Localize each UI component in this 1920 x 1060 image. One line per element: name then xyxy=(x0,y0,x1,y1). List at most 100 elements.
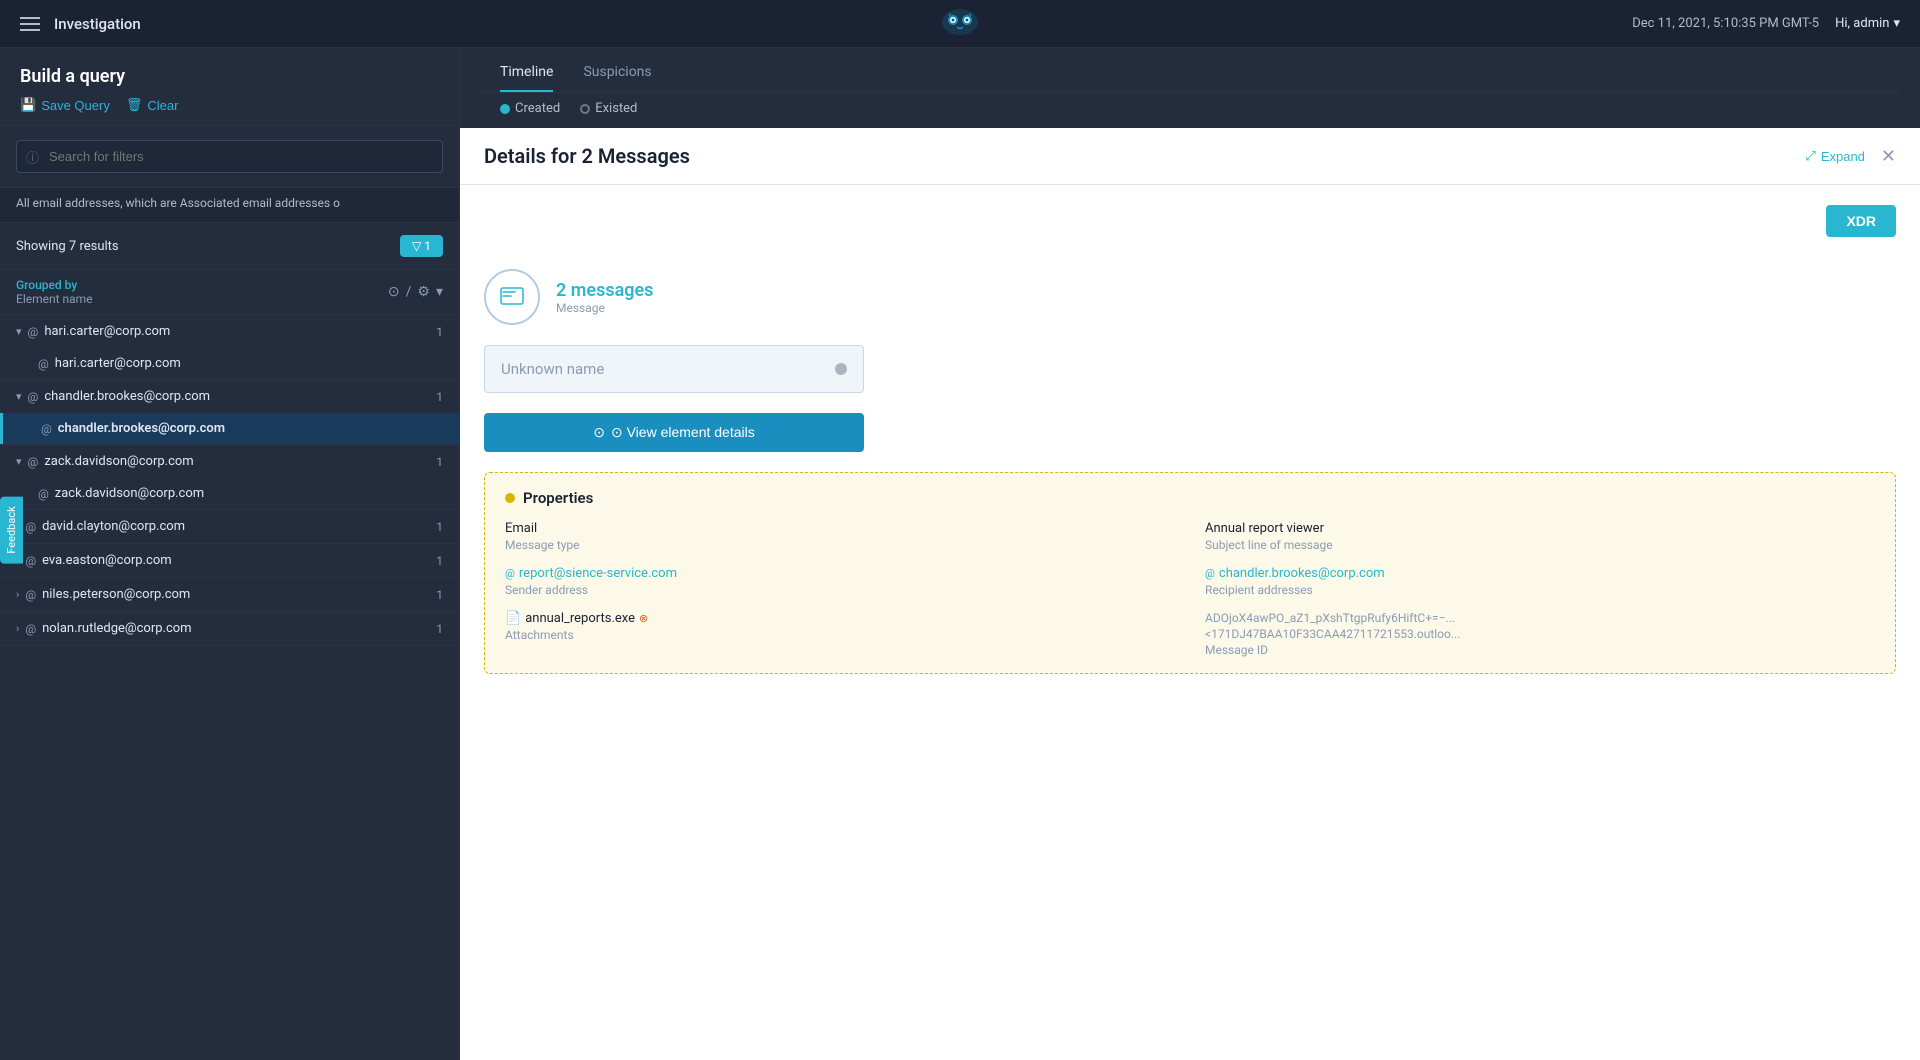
query-title: Build a query xyxy=(20,66,439,87)
save-query-button[interactable]: 💾 Save Query xyxy=(20,97,110,113)
properties-section: Properties Email Message type Annual rep… xyxy=(484,472,1896,674)
email-child-hari[interactable]: @ hari.carter@corp.com xyxy=(0,348,459,379)
prop-email: Email Message type xyxy=(505,521,1175,552)
at-icon: @ xyxy=(25,554,36,568)
filter-badge-label: ▽ 1 xyxy=(412,239,431,253)
message-card: 2 messages Message xyxy=(484,269,1896,325)
view-icon: ⊙ xyxy=(593,424,605,441)
divider: / xyxy=(406,284,412,300)
detail-actions: ⤢ Expand ✕ xyxy=(1805,146,1896,183)
chevron-right-icon: › xyxy=(16,622,19,635)
created-existed-row: Created Existed xyxy=(480,93,1900,128)
chevron-down-icon: ▾ xyxy=(16,390,22,403)
at-icon: @ xyxy=(25,520,36,534)
email-child-address-zack: zack.davidson@corp.com xyxy=(55,486,443,501)
count-hari: 1 xyxy=(436,325,443,339)
properties-header: Properties xyxy=(505,489,1875,507)
close-button[interactable]: ✕ xyxy=(1881,146,1896,167)
top-navigation: Investigation Dec 11, 2021, 5:10:35 PM G… xyxy=(0,0,1920,48)
view-element-details-button[interactable]: ⊙ ⊙ View element details xyxy=(484,413,864,452)
user-menu[interactable]: Hi, admin ▾ xyxy=(1835,16,1900,31)
at-icon: @ xyxy=(38,357,49,371)
prop-message-id-label: Message ID xyxy=(1205,643,1875,657)
email-group-header-hari[interactable]: ▾ @ hari.carter@corp.com 1 xyxy=(0,315,459,348)
email-group-header-niles[interactable]: › @ niles.peterson@corp.com 1 xyxy=(0,578,459,611)
search-input[interactable] xyxy=(16,140,443,173)
properties-grid: Email Message type Annual report viewer … xyxy=(505,521,1875,657)
prop-email-label-val: Email xyxy=(505,521,1175,536)
user-label: Hi, admin xyxy=(1835,16,1889,31)
nav-left: Investigation xyxy=(20,15,141,33)
detail-title: Details for 2 Messages xyxy=(484,144,690,184)
email-group-header-nolan[interactable]: › @ nolan.rutledge@corp.com 1 xyxy=(0,612,459,645)
email-child-zack[interactable]: @ zack.davidson@corp.com xyxy=(0,478,459,509)
properties-title: Properties xyxy=(523,489,593,507)
count-nolan: 1 xyxy=(436,622,443,636)
prop-message-id-value2: <171DJ47BAA10F33CAA42711721553.outloo... xyxy=(1205,627,1875,641)
chevron-down-icon: ▾ xyxy=(1893,16,1900,31)
grouped-actions: ⊙ / ⚙ ▾ xyxy=(388,284,443,300)
message-icon xyxy=(484,269,540,325)
grouped-by-label: Grouped by xyxy=(16,278,93,292)
prop-recipient-value: @ chandler.brookes@corp.com xyxy=(1205,566,1875,581)
xdr-button[interactable]: XDR xyxy=(1826,205,1896,237)
xdr-area: XDR xyxy=(484,205,1896,253)
clear-button[interactable]: 🗑 Clear xyxy=(126,97,179,113)
email-child-chandler[interactable]: @ chandler.brookes@corp.com xyxy=(0,413,459,444)
email-group-header-zack[interactable]: ▾ @ zack.davidson@corp.com 1 xyxy=(0,445,459,478)
right-tabs: Timeline Suspicions xyxy=(480,48,1900,93)
count-eva: 1 xyxy=(436,554,443,568)
tab-suspicions[interactable]: Suspicions xyxy=(583,64,651,92)
email-group-header-chandler[interactable]: ▾ @ chandler.brookes@corp.com 1 xyxy=(0,380,459,413)
email-group-nolan: › @ nolan.rutledge@corp.com 1 xyxy=(0,612,459,646)
prop-message-id: ADOjoX4awPO_aZ1_pXshTtgpRufy6HiftC+=−...… xyxy=(1205,611,1875,657)
prop-sender: @ report@sience-service.com Sender addre… xyxy=(505,566,1175,597)
target-icon[interactable]: ⊙ xyxy=(388,284,400,300)
dropdown-icon[interactable]: ▾ xyxy=(436,284,443,300)
prop-annual-report-val: Annual report viewer xyxy=(1205,521,1875,536)
nav-right: Dec 11, 2021, 5:10:35 PM GMT-5 Hi, admin… xyxy=(1632,16,1900,31)
main-layout: Build a query 💾 Save Query 🗑 Clear ⓘ All… xyxy=(0,48,1920,1060)
prop-sender-label: Sender address xyxy=(505,583,1175,597)
file-icon: 📄 xyxy=(505,611,521,626)
right-panel: Timeline Suspicions Created Existed Deta… xyxy=(460,48,1920,1060)
prop-attachments-label: Attachments xyxy=(505,628,1175,642)
email-address-zack: zack.davidson@corp.com xyxy=(44,454,430,469)
count-zack: 1 xyxy=(436,455,443,469)
at-icon: @ xyxy=(25,622,36,636)
results-count: Showing 7 results xyxy=(16,239,119,254)
email-list: ▾ @ hari.carter@corp.com 1 @ hari.carter… xyxy=(0,315,459,1060)
radio-created[interactable]: Created xyxy=(500,101,560,116)
radio-existed[interactable]: Existed xyxy=(580,101,637,116)
query-header: Build a query 💾 Save Query 🗑 Clear xyxy=(0,48,459,126)
email-address-hari: hari.carter@corp.com xyxy=(44,324,430,339)
tab-timeline[interactable]: Timeline xyxy=(500,64,553,92)
count-niles: 1 xyxy=(436,588,443,602)
email-group-header-eva[interactable]: › @ eva.easton@corp.com 1 xyxy=(0,544,459,577)
email-address-eva: eva.easton@corp.com xyxy=(42,553,430,568)
shield-icon[interactable]: ⚙ xyxy=(417,284,430,300)
filter-badge[interactable]: ▽ 1 xyxy=(400,235,443,257)
email-group-chandler: ▾ @ chandler.brookes@corp.com 1 @ chandl… xyxy=(0,380,459,445)
chevron-down-icon: ▾ xyxy=(16,455,22,468)
email-group-header-david[interactable]: › @ david.clayton@corp.com 1 xyxy=(0,510,459,543)
datetime-display: Dec 11, 2021, 5:10:35 PM GMT-5 xyxy=(1632,16,1819,31)
message-info: 2 messages Message xyxy=(556,280,653,315)
grouped-by-section: Grouped by Element name ⊙ / ⚙ ▾ xyxy=(0,270,459,315)
radio-active-icon xyxy=(500,104,510,114)
at-icon: @ xyxy=(28,455,39,469)
email-address-chandler: chandler.brookes@corp.com xyxy=(44,389,430,404)
detail-header: Details for 2 Messages ⤢ Expand ✕ xyxy=(460,128,1920,185)
left-panel: Build a query 💾 Save Query 🗑 Clear ⓘ All… xyxy=(0,48,460,1060)
detail-content: XDR 2 messages Message xyxy=(460,185,1920,694)
prop-attachments-value: 📄 annual_reports.exe ⊗ xyxy=(505,611,1175,626)
unknown-dot xyxy=(835,363,847,375)
message-type-label: Message xyxy=(556,301,653,315)
feedback-tab[interactable]: Feedback xyxy=(0,496,23,563)
expand-button[interactable]: ⤢ Expand xyxy=(1805,148,1865,164)
email-group-hari: ▾ @ hari.carter@corp.com 1 @ hari.carter… xyxy=(0,315,459,380)
chevron-down-icon: ▾ xyxy=(16,325,22,338)
hamburger-menu[interactable] xyxy=(20,17,40,31)
detail-modal: Details for 2 Messages ⤢ Expand ✕ XDR xyxy=(460,128,1920,1060)
email-group-niles: › @ niles.peterson@corp.com 1 xyxy=(0,578,459,612)
